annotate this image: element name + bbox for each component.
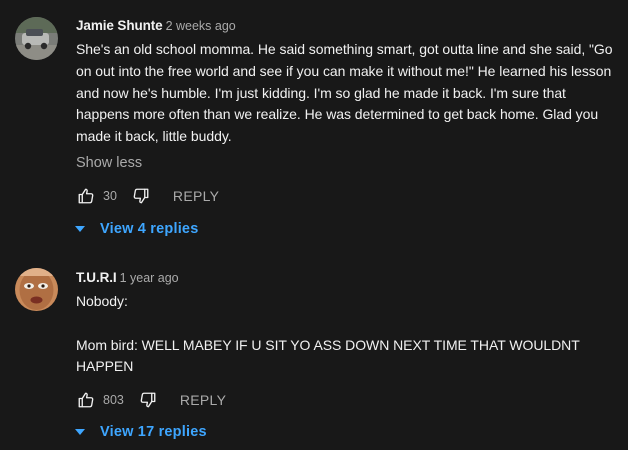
avatar[interactable]: [15, 17, 58, 60]
comment-header: T.U.R.I 1 year ago: [76, 268, 620, 288]
comment-actions: 30 REPLY: [76, 184, 620, 208]
author-name[interactable]: T.U.R.I: [76, 270, 117, 285]
avatar-image-car: [15, 17, 58, 60]
author-name[interactable]: Jamie Shunte: [76, 18, 163, 33]
thumbs-down-icon[interactable]: [138, 390, 158, 410]
thumbs-up-icon[interactable]: [76, 186, 96, 206]
comment-text: She's an old school momma. He said somet…: [76, 41, 617, 145]
reply-button[interactable]: REPLY: [180, 392, 226, 408]
thumbs-up-icon[interactable]: [76, 390, 96, 410]
caret-down-icon: [74, 223, 86, 235]
avatar-image-face: [15, 268, 58, 311]
like-count: 803: [103, 393, 124, 408]
comment-actions: 803 REPLY: [76, 388, 620, 412]
view-replies-label: View 4 replies: [100, 221, 199, 237]
comment-body: T.U.R.I 1 year ago Nobody: Mom bird: WELL…: [76, 268, 620, 412]
caret-down-icon: [74, 426, 86, 438]
comment-body: Jamie Shunte 2 weeks ago She's an old sch…: [76, 16, 620, 208]
comment-header: Jamie Shunte 2 weeks ago: [76, 16, 620, 36]
comment-time[interactable]: 1 year ago: [120, 271, 179, 285]
avatar[interactable]: [15, 268, 58, 311]
view-replies-button[interactable]: View 4 replies: [74, 218, 198, 240]
view-replies-button[interactable]: View 17 replies: [74, 421, 207, 443]
comment-text: Nobody: Mom bird: WELL MABEY IF U SIT YO…: [76, 293, 580, 375]
show-less-button[interactable]: Show less: [76, 152, 620, 174]
view-replies-label: View 17 replies: [100, 424, 207, 440]
reply-button[interactable]: REPLY: [173, 188, 219, 204]
like-count: 30: [103, 188, 117, 203]
comment-time[interactable]: 2 weeks ago: [166, 19, 236, 33]
thumbs-down-icon[interactable]: [131, 186, 151, 206]
